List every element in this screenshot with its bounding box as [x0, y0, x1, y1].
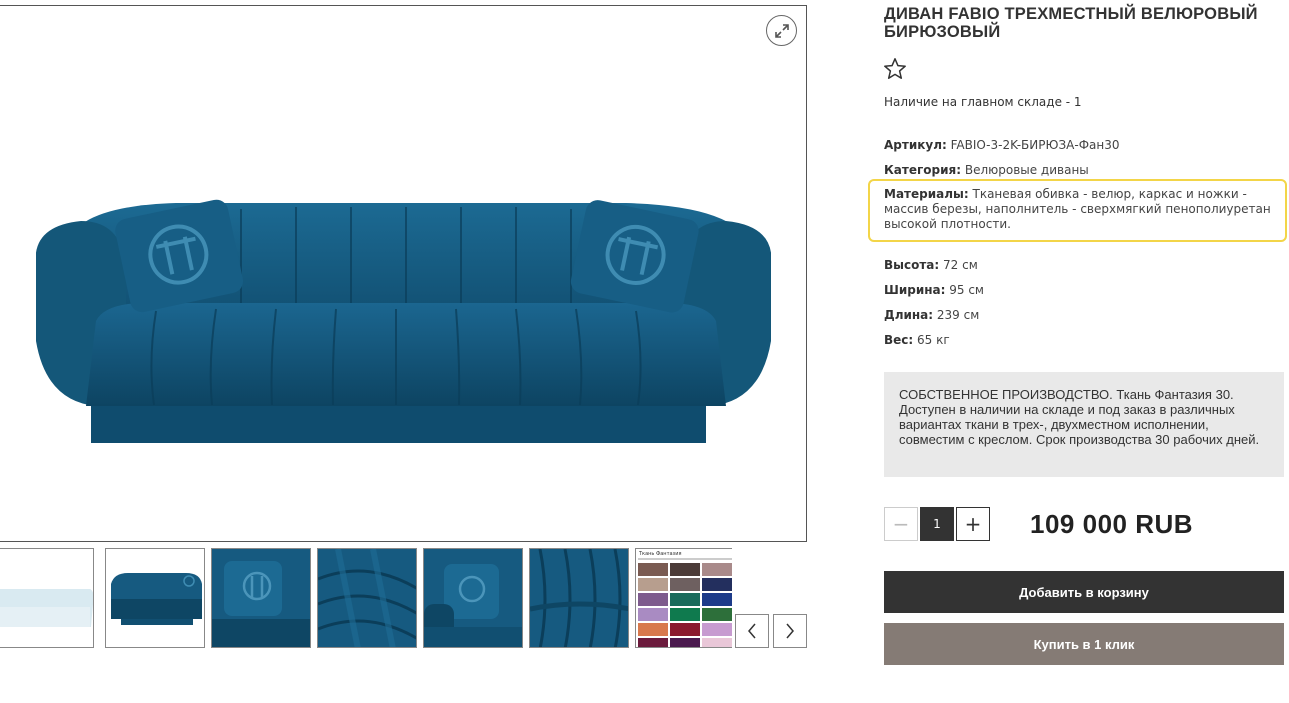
stock-status: Наличие на главном складе - 1 — [884, 95, 1082, 109]
production-note: СОБСТВЕННОЕ ПРОИЗВОДСТВО. Ткань Фантазия… — [884, 372, 1284, 477]
quantity-decrease-button[interactable]: − — [884, 507, 918, 541]
length-row: Длина: 239 см — [884, 308, 979, 323]
article-value: FABIO-3-2K-БИРЮЗА-Фан30 — [950, 138, 1120, 152]
gallery-prev-button[interactable] — [735, 614, 769, 648]
product-title: ДИВАН FABIO ТРЕХМЕСТНЫЙ ВЕЛЮРОВЫЙ БИРЮЗО… — [884, 5, 1258, 41]
height-value: 72 см — [943, 258, 978, 272]
category-label: Категория: — [884, 163, 962, 177]
add-to-cart-button[interactable]: Добавить в корзину — [884, 571, 1284, 613]
article-label: Артикул: — [884, 138, 947, 152]
article-row: Артикул: FABIO-3-2K-БИРЮЗА-Фан30 — [884, 138, 1120, 153]
thumbnail-strip: Ткань Фантазия — [0, 548, 732, 648]
add-to-favorites-button[interactable] — [883, 57, 907, 81]
thumbnail-5[interactable] — [423, 548, 523, 648]
arrow-right-icon — [786, 623, 794, 639]
sofa-image — [36, 199, 771, 443]
expand-icon — [774, 23, 789, 38]
thumbnail-2[interactable] — [105, 548, 205, 648]
materials-label: Материалы: — [884, 187, 969, 201]
thumbnail-1[interactable] — [0, 548, 94, 648]
width-label: Ширина: — [884, 283, 946, 297]
height-row: Высота: 72 см — [884, 258, 978, 273]
thumbnail-3[interactable] — [211, 548, 311, 648]
materials-row: Материалы: Тканевая обивка - велюр, карк… — [868, 179, 1287, 242]
main-product-image[interactable] — [0, 5, 807, 542]
category-row: Категория: Велюровые диваны — [884, 163, 1089, 178]
quantity-increase-button[interactable]: + — [956, 507, 990, 541]
star-icon — [884, 58, 906, 79]
weight-value: 65 кг — [917, 333, 950, 347]
weight-label: Вес: — [884, 333, 914, 347]
thumbnail-4[interactable] — [317, 548, 417, 648]
thumbnail-6[interactable] — [529, 548, 629, 648]
arrow-left-icon — [748, 623, 756, 639]
category-value[interactable]: Велюровые диваны — [965, 163, 1089, 177]
height-label: Высота: — [884, 258, 940, 272]
thumbnail-7-fabric-swatches[interactable]: Ткань Фантазия — [635, 548, 732, 648]
quantity-input[interactable]: 1 — [920, 507, 954, 541]
width-row: Ширина: 95 см — [884, 283, 984, 298]
length-value: 239 см — [936, 308, 980, 322]
width-value: 95 см — [949, 283, 984, 297]
product-price: 109 000 RUB — [1030, 509, 1194, 539]
buy-one-click-button[interactable]: Купить в 1 клик — [884, 623, 1284, 665]
weight-row: Вес: 65 кг — [884, 333, 950, 348]
swatch-sheet-header: Ткань Фантазия — [638, 551, 681, 557]
expand-image-button[interactable] — [766, 15, 797, 46]
gallery-next-button[interactable] — [773, 614, 807, 648]
length-label: Длина: — [884, 308, 934, 322]
